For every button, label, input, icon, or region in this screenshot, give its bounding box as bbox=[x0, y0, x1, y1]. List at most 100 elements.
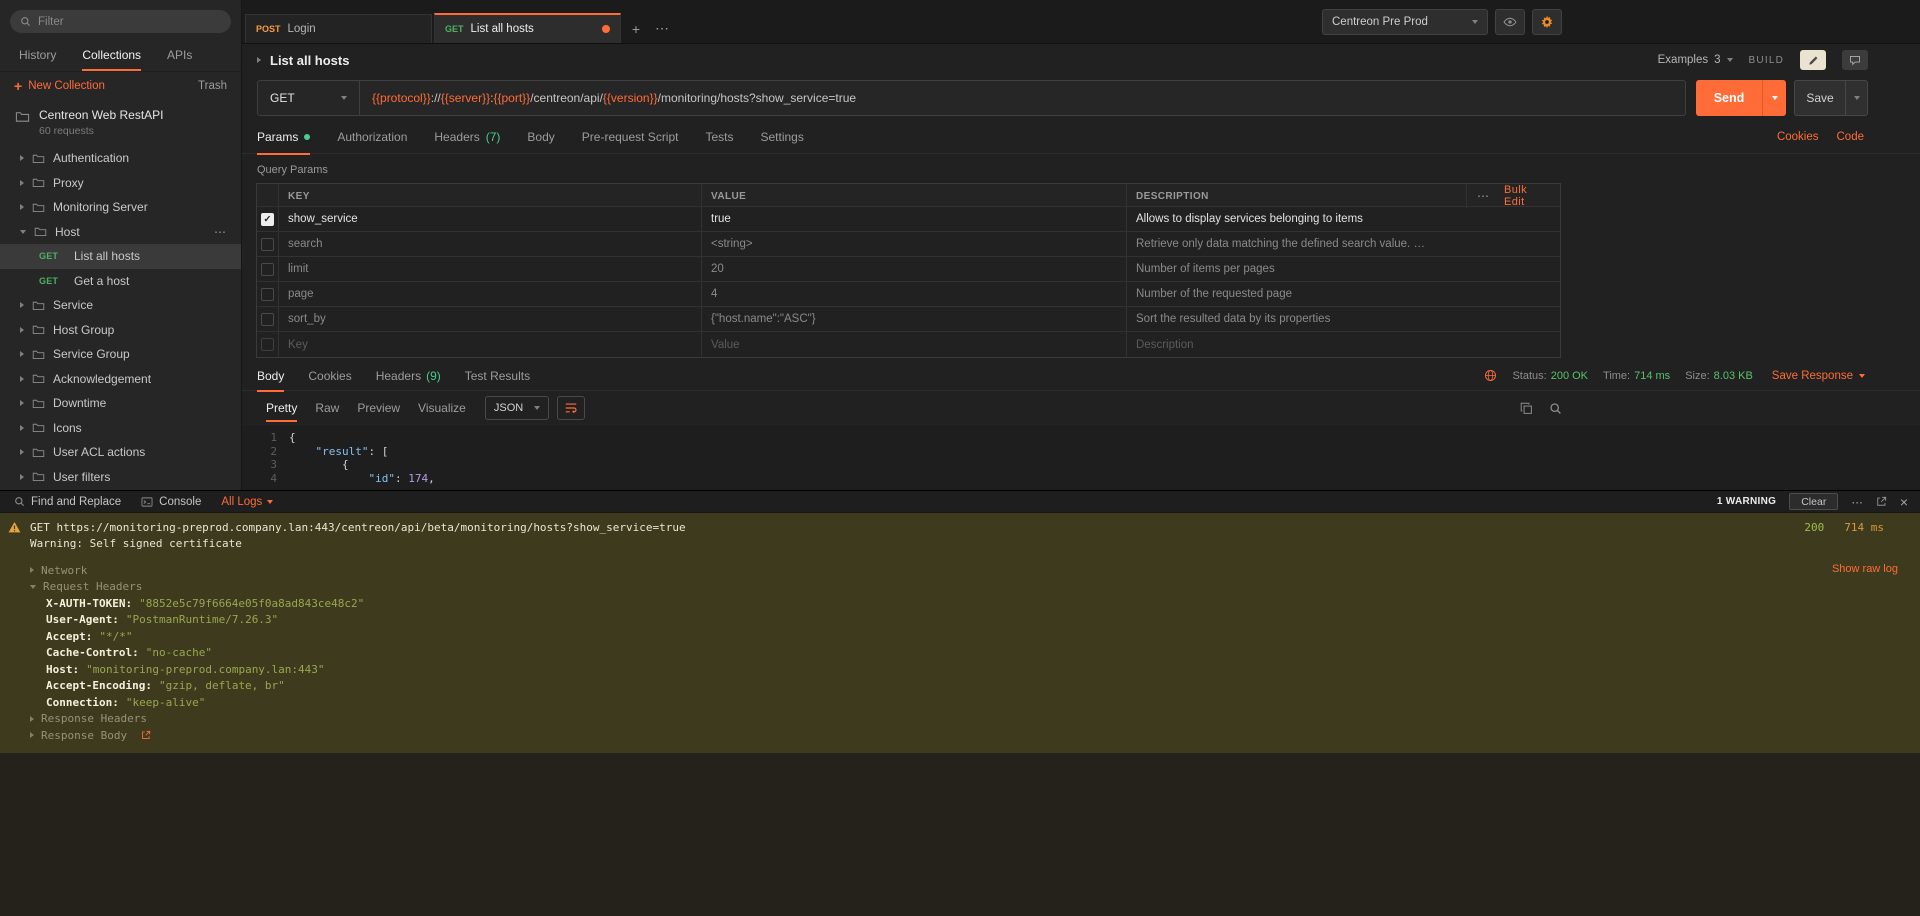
key-cell[interactable]: show_service bbox=[279, 207, 702, 231]
key-cell[interactable]: limit bbox=[279, 257, 702, 281]
code-link[interactable]: Code bbox=[1837, 131, 1865, 143]
view-preview[interactable]: Preview bbox=[348, 391, 409, 425]
network-globe-icon[interactable] bbox=[1484, 369, 1497, 382]
request-tab-list-all-hosts[interactable]: GET List all hosts bbox=[434, 13, 621, 43]
external-link-icon[interactable] bbox=[141, 730, 151, 740]
open-console-window-button[interactable] bbox=[1876, 496, 1887, 507]
checkbox-unchecked[interactable] bbox=[261, 338, 274, 351]
sidebar-filter[interactable] bbox=[10, 10, 231, 33]
show-raw-log-link[interactable]: Show raw log bbox=[1832, 563, 1898, 575]
description-cell[interactable]: Retrieve only data matching the defined … bbox=[1127, 232, 1560, 256]
close-console-button[interactable]: × bbox=[1900, 494, 1908, 510]
tab-tests[interactable]: Tests bbox=[705, 120, 733, 154]
tab-pre-request-script[interactable]: Pre-request Script bbox=[582, 120, 679, 154]
tab-response-headers[interactable]: Headers(9) bbox=[376, 361, 441, 391]
checkbox-unchecked[interactable] bbox=[261, 263, 274, 276]
view-pretty[interactable]: Pretty bbox=[257, 391, 306, 425]
view-raw[interactable]: Raw bbox=[306, 391, 348, 425]
clear-console-button[interactable]: Clear bbox=[1789, 493, 1838, 510]
request-tab-login[interactable]: POST Login bbox=[245, 14, 432, 43]
console-section-network[interactable]: Network bbox=[0, 562, 1920, 579]
send-button[interactable]: Send bbox=[1696, 80, 1762, 116]
value-cell[interactable]: <string> bbox=[702, 232, 1127, 256]
sidebar-folder-monitoring-server[interactable]: Monitoring Server bbox=[0, 195, 241, 220]
value-cell[interactable]: {"host.name":"ASC"} bbox=[702, 307, 1127, 331]
sidebar-folder-service[interactable]: Service bbox=[0, 293, 241, 318]
tab-settings[interactable]: Settings bbox=[761, 120, 804, 154]
sidebar-folder-proxy[interactable]: Proxy bbox=[0, 171, 241, 196]
save-options-button[interactable] bbox=[1845, 81, 1867, 115]
response-body-viewer[interactable]: 1{ 2 "result": [ 3 { 4 "id": 174, bbox=[242, 425, 1920, 490]
console-section-request-headers[interactable]: Request Headers bbox=[0, 579, 1920, 596]
value-cell[interactable]: true bbox=[702, 207, 1127, 231]
tab-history[interactable]: History bbox=[6, 40, 69, 71]
new-collection-button[interactable]: +New Collection bbox=[14, 80, 105, 92]
sidebar-folder-host[interactable]: Host⋯ bbox=[0, 220, 241, 245]
all-logs-dropdown[interactable]: All Logs bbox=[221, 496, 273, 508]
tab-collections[interactable]: Collections bbox=[69, 40, 154, 71]
filter-input[interactable] bbox=[38, 16, 221, 28]
trash-button[interactable]: Trash bbox=[198, 80, 227, 92]
chevron-right-icon[interactable] bbox=[257, 57, 261, 63]
tab-apis[interactable]: APIs bbox=[154, 40, 205, 71]
folder-options-button[interactable]: ⋯ bbox=[214, 225, 227, 239]
checkbox-unchecked[interactable] bbox=[261, 238, 274, 251]
format-selector[interactable]: JSON bbox=[485, 396, 549, 420]
description-cell[interactable]: Number of the requested page bbox=[1127, 282, 1560, 306]
sidebar-folder-user-acl-actions[interactable]: User ACL actions bbox=[0, 440, 241, 465]
description-cell[interactable]: Description bbox=[1127, 332, 1560, 357]
new-tab-button[interactable]: + bbox=[623, 14, 649, 43]
collection-item[interactable]: Centreon Web RestAPI 60 requests bbox=[0, 98, 241, 146]
console-section-response-body[interactable]: Response Body bbox=[0, 727, 1920, 744]
bulk-edit-link[interactable]: Bulk Edit bbox=[1504, 184, 1550, 208]
description-cell[interactable]: Allows to display services belonging to … bbox=[1127, 207, 1560, 231]
cookies-link[interactable]: Cookies bbox=[1777, 131, 1819, 143]
environment-quick-look-button[interactable] bbox=[1495, 9, 1525, 35]
edit-button[interactable] bbox=[1800, 50, 1826, 70]
console-tab[interactable]: Console bbox=[141, 496, 201, 508]
description-cell[interactable]: Sort the resulted data by its properties bbox=[1127, 307, 1560, 331]
console-options-button[interactable]: ⋯ bbox=[1851, 495, 1863, 509]
tab-body[interactable]: Body bbox=[527, 120, 554, 154]
environment-settings-button[interactable] bbox=[1532, 9, 1562, 35]
comments-button[interactable] bbox=[1842, 50, 1868, 70]
tab-options-button[interactable]: ⋯ bbox=[649, 14, 675, 43]
value-cell[interactable]: 20 bbox=[702, 257, 1127, 281]
tab-headers[interactable]: Headers(7) bbox=[434, 120, 500, 154]
sidebar-request-get-a-host[interactable]: GETGet a host bbox=[0, 269, 241, 294]
checkbox-unchecked[interactable] bbox=[261, 288, 274, 301]
tab-params[interactable]: Params bbox=[257, 120, 310, 154]
sidebar-request-list-all-hosts[interactable]: GETList all hosts bbox=[0, 244, 241, 269]
tab-response-body[interactable]: Body bbox=[257, 361, 284, 391]
value-cell[interactable]: 4 bbox=[702, 282, 1127, 306]
value-cell[interactable]: Value bbox=[702, 332, 1127, 357]
save-response-button[interactable]: Save Response bbox=[1772, 370, 1865, 382]
find-and-replace-button[interactable]: Find and Replace bbox=[14, 496, 121, 508]
method-selector[interactable]: GET bbox=[257, 80, 359, 116]
key-cell[interactable]: page bbox=[279, 282, 702, 306]
examples-dropdown[interactable]: Examples 3 bbox=[1658, 54, 1733, 66]
sidebar-folder-authentication[interactable]: Authentication bbox=[0, 146, 241, 171]
key-cell[interactable]: Key bbox=[279, 332, 702, 357]
view-visualize[interactable]: Visualize bbox=[409, 391, 475, 425]
console-request-line[interactable]: GET https://monitoring-preprod.company.l… bbox=[0, 519, 1920, 536]
description-cell[interactable]: Number of items per pages bbox=[1127, 257, 1560, 281]
url-input[interactable]: {{protocol}}://{{server}}:{{port}}/centr… bbox=[359, 80, 1686, 116]
sidebar-folder-acknowledgement[interactable]: Acknowledgement bbox=[0, 367, 241, 392]
tab-test-results[interactable]: Test Results bbox=[465, 361, 530, 391]
wrap-lines-button[interactable] bbox=[557, 396, 585, 420]
table-options-button[interactable]: ⋯ bbox=[1477, 189, 1490, 203]
environment-selector[interactable]: Centreon Pre Prod bbox=[1322, 9, 1488, 35]
save-button[interactable]: Save bbox=[1795, 81, 1845, 115]
search-icon[interactable] bbox=[1549, 402, 1562, 415]
send-options-button[interactable] bbox=[1762, 80, 1786, 116]
checkbox-unchecked[interactable] bbox=[261, 313, 274, 326]
sidebar-folder-icons[interactable]: Icons bbox=[0, 416, 241, 441]
checkbox-checked[interactable]: ✓ bbox=[261, 213, 274, 226]
tab-response-cookies[interactable]: Cookies bbox=[308, 361, 351, 391]
key-cell[interactable]: sort_by bbox=[279, 307, 702, 331]
sidebar-folder-downtime[interactable]: Downtime bbox=[0, 391, 241, 416]
key-cell[interactable]: search bbox=[279, 232, 702, 256]
sidebar-folder-service-group[interactable]: Service Group bbox=[0, 342, 241, 367]
copy-icon[interactable] bbox=[1520, 402, 1533, 415]
